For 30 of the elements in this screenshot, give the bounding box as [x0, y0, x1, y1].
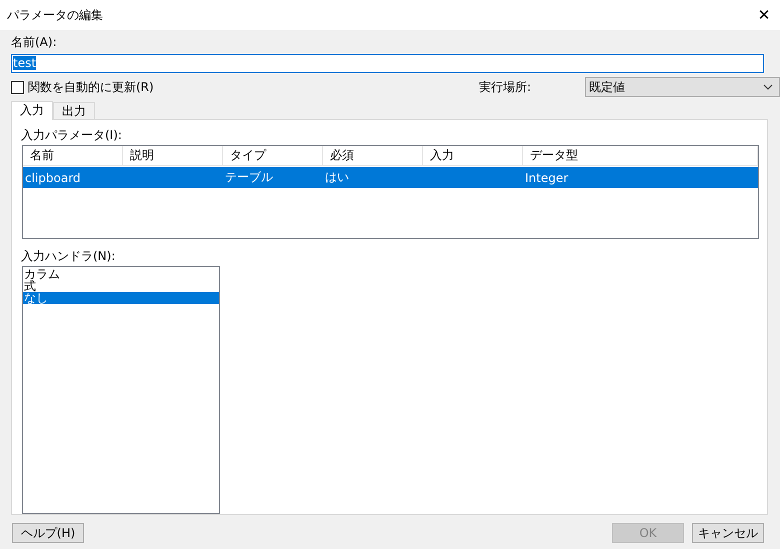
cancel-button[interactable]: キャンセル	[692, 523, 764, 543]
table-row[interactable]: clipboard テーブル はい Integer	[23, 167, 758, 188]
checkbox-label: 関数を自動的に更新(R)	[28, 78, 154, 96]
table-cell-text: テーブル	[224, 169, 274, 186]
tab[interactable]: 出力	[53, 102, 95, 119]
caret-icon	[763, 84, 773, 90]
table-cell-text: Integer	[524, 170, 570, 184]
tab[interactable]: 入力	[11, 101, 53, 120]
list-item[interactable]: 式	[23, 280, 219, 292]
column-header[interactable]: 名前	[23, 146, 123, 165]
list-item[interactable]: カラム	[23, 268, 219, 280]
location-label: 実行場所:	[478, 78, 531, 96]
list-item[interactable]: なし	[23, 292, 219, 304]
table-cell-text: はい	[324, 169, 350, 186]
column-header[interactable]: 必須	[323, 146, 423, 165]
help-button[interactable]: ヘルプ(H)	[12, 523, 84, 543]
window-title: パラメータの編集	[7, 6, 103, 24]
table-cell-text: clipboard	[24, 170, 82, 184]
close-icon[interactable]: ✕	[750, 6, 778, 24]
section-label: 入力ハンドラ(N):	[21, 248, 116, 265]
column-header[interactable]: 説明	[123, 146, 223, 165]
name-field[interactable]: test	[11, 54, 764, 73]
field-label: 名前(A):	[11, 34, 57, 51]
checkbox[interactable]	[11, 80, 24, 94]
location-dropdown[interactable]: 既定値	[585, 77, 780, 97]
column-header[interactable]: タイプ	[223, 146, 323, 165]
section-label: 入力パラメータ(I):	[21, 127, 122, 144]
column-header[interactable]: データ型	[523, 146, 758, 165]
column-header[interactable]: 入力	[423, 146, 523, 165]
handler-list[interactable]: カラム 式 なし	[22, 266, 220, 514]
